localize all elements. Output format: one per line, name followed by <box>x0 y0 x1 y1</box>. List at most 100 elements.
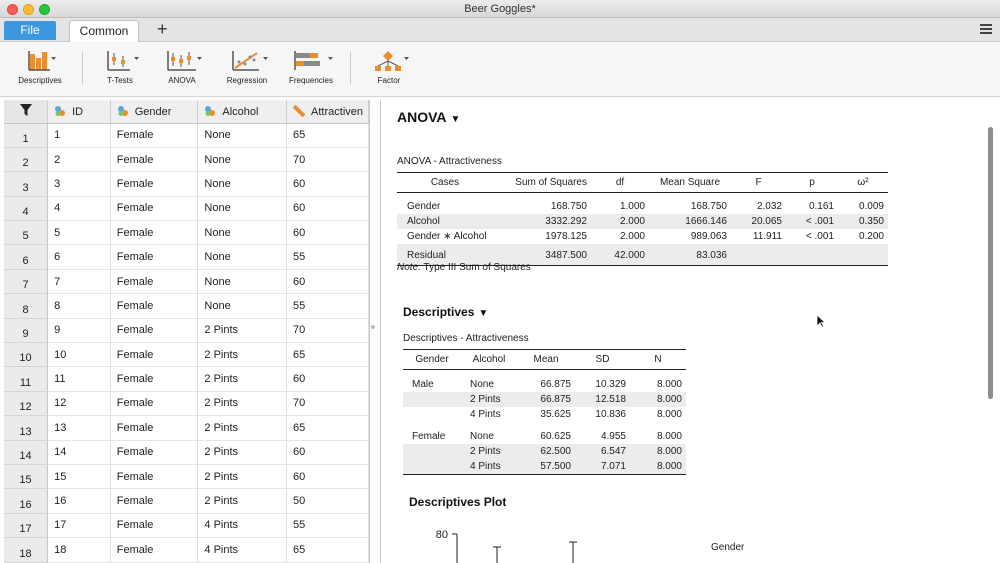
minimize-window-button[interactable] <box>23 4 34 15</box>
grid-cell[interactable]: Female <box>110 220 199 246</box>
grid-cell[interactable]: 65 <box>286 342 369 368</box>
grid-cell[interactable]: Female <box>110 269 199 295</box>
grid-cell[interactable]: 2 Pints <box>197 318 288 344</box>
column-header-alcohol[interactable]: Alcohol <box>197 100 288 124</box>
grid-cell[interactable]: 70 <box>286 147 369 173</box>
table-row[interactable]: 17 17 Female 4 Pints 55 <box>4 513 369 539</box>
descriptives-button[interactable]: Descriptives <box>12 48 68 85</box>
grid-cell[interactable]: None <box>197 244 288 270</box>
row-number[interactable]: 5 <box>4 220 49 246</box>
column-header-gender[interactable]: Gender <box>110 100 199 124</box>
grid-cell[interactable]: 50 <box>286 488 369 514</box>
grid-cell[interactable]: None <box>197 123 288 148</box>
row-number[interactable]: 1 <box>4 123 49 148</box>
row-number[interactable]: 11 <box>4 366 49 392</box>
table-row[interactable]: 9 9 Female 2 Pints 70 <box>4 318 369 344</box>
anova-heading[interactable]: ANOVA ▼ <box>397 109 460 125</box>
grid-cell[interactable]: None <box>197 171 288 197</box>
table-row[interactable]: 16 16 Female 2 Pints 50 <box>4 488 369 514</box>
grid-cell[interactable]: 65 <box>286 123 369 148</box>
grid-cell[interactable]: 60 <box>286 464 369 490</box>
grid-cell[interactable]: 8 <box>47 293 111 319</box>
grid-cell[interactable]: 2 Pints <box>197 391 288 417</box>
grid-cell[interactable]: 3 <box>47 171 111 197</box>
row-number[interactable]: 7 <box>4 269 49 295</box>
ttests-button[interactable]: T-Tests <box>98 48 142 85</box>
filter-header[interactable] <box>4 100 49 124</box>
grid-cell[interactable]: 17 <box>47 513 111 539</box>
grid-cell[interactable]: Female <box>110 318 199 344</box>
grid-cell[interactable]: 70 <box>286 391 369 417</box>
factor-button[interactable]: Factor <box>366 48 412 85</box>
grid-cell[interactable]: 55 <box>286 513 369 539</box>
zoom-window-button[interactable] <box>39 4 50 15</box>
column-header-id[interactable]: ID <box>47 100 111 124</box>
frequencies-button[interactable]: Frequencies <box>284 48 338 85</box>
table-row[interactable]: 8 8 Female None 55 <box>4 293 369 319</box>
grid-cell[interactable]: 10 <box>47 342 111 368</box>
grid-cell[interactable]: 2 Pints <box>197 440 288 465</box>
grid-cell[interactable]: 60 <box>286 196 369 222</box>
grid-cell[interactable]: 55 <box>286 293 369 319</box>
row-number[interactable]: 13 <box>4 415 49 441</box>
grid-cell[interactable]: Female <box>110 366 199 392</box>
dropdown-arrow-icon[interactable]: ▼ <box>478 308 488 319</box>
grid-cell[interactable]: 6 <box>47 244 111 270</box>
grid-cell[interactable]: Female <box>110 537 199 563</box>
row-number[interactable]: 17 <box>4 513 49 539</box>
grid-cell[interactable]: 4 Pints <box>197 537 288 563</box>
grid-cell[interactable]: 11 <box>47 366 111 392</box>
row-number[interactable]: 4 <box>4 196 49 222</box>
grid-cell[interactable]: 14 <box>47 440 111 465</box>
table-row[interactable]: 7 7 Female None 60 <box>4 269 369 295</box>
row-number[interactable]: 8 <box>4 293 49 319</box>
table-row[interactable]: 11 11 Female 2 Pints 60 <box>4 366 369 392</box>
row-number[interactable]: 12 <box>4 391 49 417</box>
tab-common[interactable]: Common <box>69 20 139 42</box>
grid-cell[interactable]: 65 <box>286 537 369 563</box>
grid-cell[interactable]: 2 Pints <box>197 415 288 441</box>
grid-cell[interactable]: 2 Pints <box>197 464 288 490</box>
grid-cell[interactable]: Female <box>110 488 199 514</box>
table-row[interactable]: 1 1 Female None 65 <box>4 123 369 148</box>
results-scrollbar[interactable] <box>988 127 993 399</box>
grid-cell[interactable]: 12 <box>47 391 111 417</box>
grid-cell[interactable]: Female <box>110 513 199 539</box>
grid-cell[interactable]: 1 <box>47 123 111 148</box>
table-row[interactable]: 14 14 Female 2 Pints 60 <box>4 440 369 465</box>
table-row[interactable]: 18 18 Female 4 Pints 65 <box>4 537 369 563</box>
grid-cell[interactable]: 70 <box>286 318 369 344</box>
grid-cell[interactable]: 2 Pints <box>197 366 288 392</box>
table-row[interactable]: 2 2 Female None 70 <box>4 147 369 173</box>
table-row[interactable]: 5 5 Female None 60 <box>4 220 369 246</box>
grid-cell[interactable]: 13 <box>47 415 111 441</box>
grid-cell[interactable]: 60 <box>286 366 369 392</box>
menu-icon[interactable] <box>980 24 992 35</box>
table-row[interactable]: 10 10 Female 2 Pints 65 <box>4 342 369 368</box>
column-header-attractiveness[interactable]: Attractiven <box>286 100 369 124</box>
grid-cell[interactable]: Female <box>110 464 199 490</box>
table-row[interactable]: 13 13 Female 2 Pints 65 <box>4 415 369 441</box>
grid-cell[interactable]: 60 <box>286 440 369 465</box>
grid-cell[interactable]: Female <box>110 196 199 222</box>
table-row[interactable]: 6 6 Female None 55 <box>4 244 369 270</box>
grid-cell[interactable]: 60 <box>286 171 369 197</box>
row-number[interactable]: 10 <box>4 342 49 368</box>
data-grid[interactable]: ID Gender Alcohol Attractiven 1 1 Female No… <box>4 100 370 563</box>
tab-file[interactable]: File <box>4 21 56 40</box>
grid-cell[interactable]: Female <box>110 147 199 173</box>
grid-cell[interactable]: Female <box>110 440 199 465</box>
row-number[interactable]: 15 <box>4 464 49 490</box>
grid-cell[interactable]: 2 Pints <box>197 342 288 368</box>
descriptives-heading[interactable]: Descriptives ▼ <box>403 305 488 319</box>
row-number[interactable]: 16 <box>4 488 49 514</box>
grid-cell[interactable]: 2 <box>47 147 111 173</box>
row-number[interactable]: 2 <box>4 147 49 173</box>
grid-cell[interactable]: 2 Pints <box>197 488 288 514</box>
row-number[interactable]: 18 <box>4 537 49 563</box>
row-number[interactable]: 9 <box>4 318 49 344</box>
grid-cell[interactable]: Female <box>110 293 199 319</box>
regression-button[interactable]: Regression <box>222 48 272 85</box>
add-tab-button[interactable]: + <box>157 18 168 40</box>
grid-cell[interactable]: 60 <box>286 220 369 246</box>
